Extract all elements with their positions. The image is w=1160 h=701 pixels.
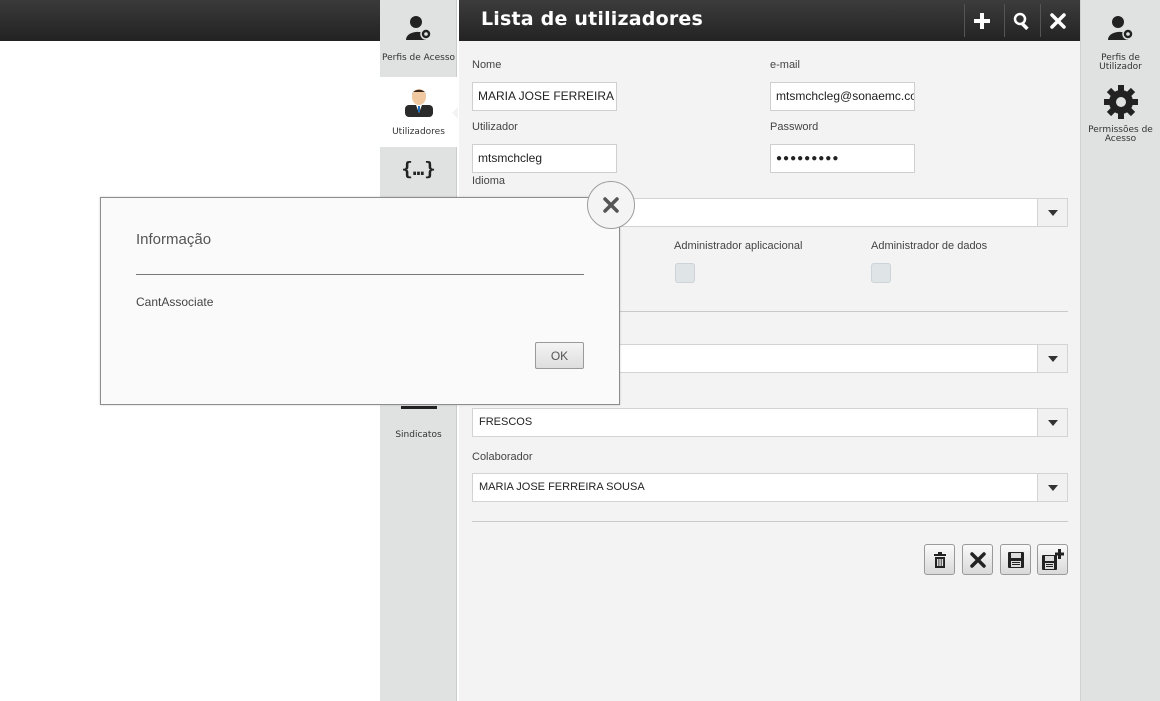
right-icon-column: Perfis de Utilizador Permissões de Acess… bbox=[1080, 0, 1160, 701]
delete-button[interactable] bbox=[924, 544, 955, 575]
panel-header: Lista de utilizadores bbox=[459, 0, 1080, 41]
close-icon bbox=[1049, 12, 1066, 29]
add-button[interactable] bbox=[964, 4, 998, 37]
divider bbox=[472, 521, 1068, 522]
chevron-down-icon[interactable] bbox=[1037, 409, 1067, 436]
email-label: e-mail bbox=[770, 59, 800, 71]
save-button[interactable] bbox=[1000, 544, 1031, 575]
nav-item-label: Permissões de Acesso bbox=[1088, 125, 1153, 144]
nav-item-braces[interactable]: {…} bbox=[380, 160, 457, 195]
user-avatar-icon bbox=[404, 89, 433, 117]
nome-field[interactable]: MARIA JOSE FERREIRA SOUSA bbox=[472, 82, 617, 111]
admin-dados-label: Administrador de dados bbox=[871, 240, 988, 252]
dialog-divider bbox=[136, 274, 584, 275]
user-gear-icon bbox=[1107, 16, 1134, 40]
gear-icon bbox=[1103, 85, 1138, 119]
user-gear-icon bbox=[405, 16, 432, 40]
cancel-button[interactable] bbox=[962, 544, 993, 575]
select-field-3[interactable]: FRESCOS bbox=[472, 408, 1068, 437]
nav-item-permissoes-acesso[interactable]: Permissões de Acesso bbox=[1081, 84, 1160, 148]
add-icon bbox=[973, 12, 990, 29]
nav-item-label: Perfis de Utilizador bbox=[1099, 53, 1142, 72]
utilizador-label: Utilizador bbox=[472, 121, 518, 133]
close-button[interactable] bbox=[1040, 4, 1074, 37]
ok-button[interactable]: OK bbox=[535, 342, 584, 369]
chevron-down-icon[interactable] bbox=[1037, 345, 1067, 372]
password-label: Password bbox=[770, 121, 819, 133]
search-icon bbox=[1013, 12, 1029, 30]
close-icon bbox=[969, 551, 986, 568]
active-indicator bbox=[452, 107, 458, 119]
save-new-icon bbox=[1041, 548, 1064, 570]
colaborador-select-value: MARIA JOSE FERREIRA SOUSA bbox=[479, 481, 645, 493]
search-button[interactable] bbox=[1004, 4, 1038, 37]
admin-app-checkbox[interactable] bbox=[675, 263, 695, 283]
nav-item-label: Sindicatos bbox=[395, 430, 442, 440]
page-title: Lista de utilizadores bbox=[481, 8, 703, 30]
trash-icon bbox=[933, 551, 946, 568]
admin-dados-checkbox[interactable] bbox=[871, 263, 891, 283]
select-field-3-value: FRESCOS bbox=[479, 416, 533, 428]
nav-item-perfis-acesso[interactable]: Perfis de Acesso bbox=[380, 14, 457, 74]
admin-app-label: Administrador aplicacional bbox=[674, 240, 803, 252]
save-icon bbox=[1007, 551, 1024, 568]
nav-item-label: Perfis de Acesso bbox=[381, 53, 456, 63]
idioma-label: Idioma bbox=[472, 175, 506, 187]
chevron-down-icon[interactable] bbox=[1037, 474, 1067, 501]
info-dialog: Informação CantAssociate OK bbox=[100, 197, 620, 405]
save-new-button[interactable] bbox=[1037, 544, 1068, 575]
dialog-message: CantAssociate bbox=[136, 295, 214, 309]
nav-item-label: Utilizadores bbox=[392, 127, 445, 137]
colaborador-select[interactable]: MARIA JOSE FERREIRA SOUSA bbox=[472, 473, 1068, 502]
dialog-title: Informação bbox=[136, 231, 212, 248]
colaborador-label: Colaborador bbox=[472, 451, 533, 463]
nav-item-perfis-utilizador[interactable]: Perfis de Utilizador bbox=[1081, 14, 1160, 74]
password-field[interactable]: ●●●●●●●●● bbox=[770, 144, 915, 173]
nome-label: Nome bbox=[472, 59, 502, 71]
chevron-down-icon[interactable] bbox=[1037, 199, 1067, 226]
utilizador-field[interactable]: mtsmchcleg bbox=[472, 144, 617, 173]
close-icon bbox=[603, 197, 619, 213]
dialog-close-button[interactable] bbox=[587, 181, 635, 229]
email-field[interactable]: mtsmchcleg@sonaemc.com bbox=[770, 82, 915, 111]
nav-item-utilizadores[interactable]: Utilizadores bbox=[380, 77, 458, 147]
braces-icon: {…} bbox=[401, 158, 436, 180]
top-bar bbox=[0, 0, 380, 41]
